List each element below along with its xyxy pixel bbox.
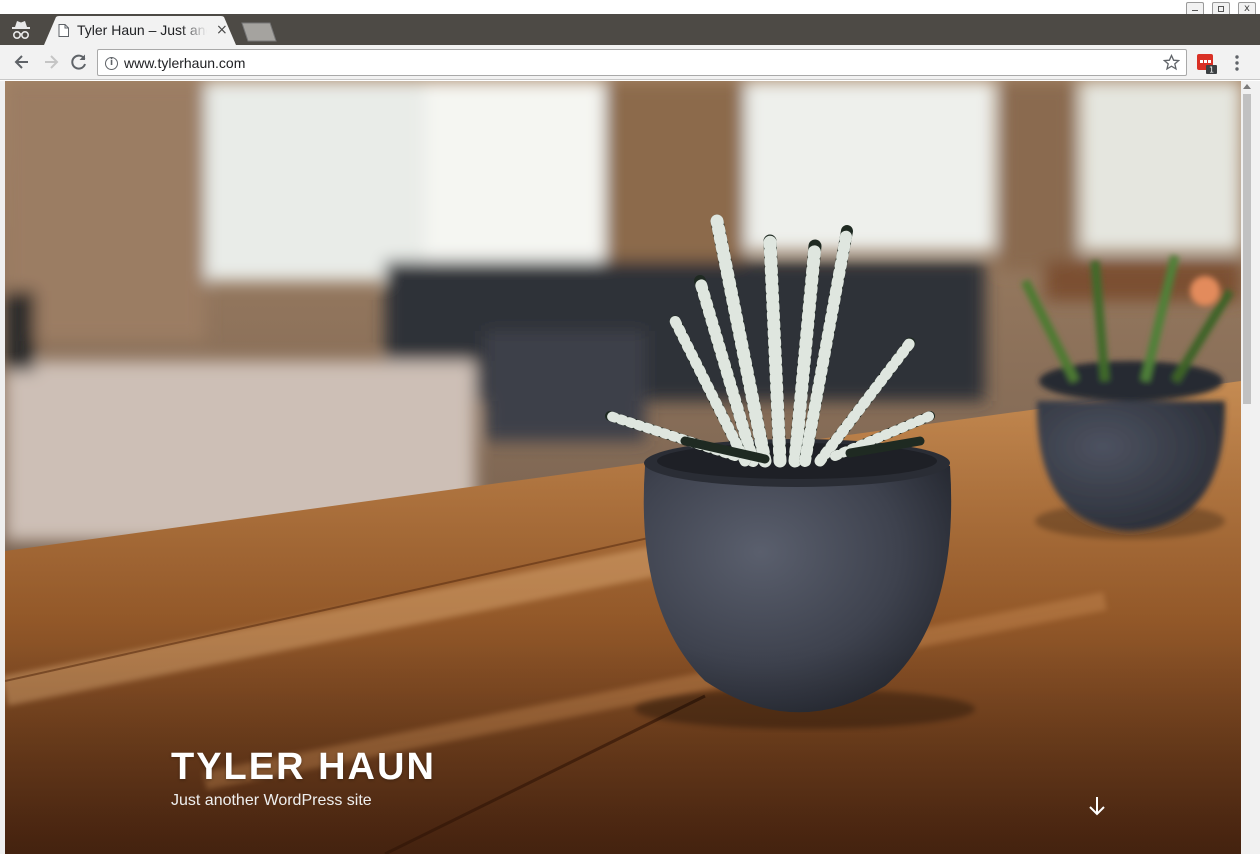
scroll-thumb[interactable] <box>1243 94 1251 404</box>
window-titlebar: x <box>0 0 1260 14</box>
arrow-down-icon[interactable] <box>1087 794 1107 818</box>
incognito-icon <box>12 21 30 40</box>
url-text[interactable]: www.tylerhaun.com <box>124 55 245 71</box>
browser-window: x Tyler Haun – Just another WordPress si… <box>0 0 1260 867</box>
header-image <box>5 81 1241 854</box>
close-icon[interactable]: × <box>216 22 228 38</box>
reload-icon[interactable] <box>69 52 89 72</box>
scroll-up-icon[interactable] <box>1243 84 1251 89</box>
address-bar[interactable]: i www.tylerhaun.com <box>97 49 1187 76</box>
extension-icon[interactable]: 1 <box>1196 53 1218 75</box>
window-bottom-edge <box>0 854 1260 867</box>
maximize-button[interactable] <box>1212 2 1230 14</box>
back-icon[interactable] <box>12 52 32 72</box>
minimize-button[interactable] <box>1186 2 1204 14</box>
extension-badge: 1 <box>1209 66 1214 75</box>
window-close-button[interactable]: x <box>1238 2 1256 14</box>
forward-icon[interactable] <box>41 52 61 72</box>
tab-active[interactable]: Tyler Haun – Just another WordPress site… <box>44 16 236 45</box>
menu-icon[interactable] <box>1231 54 1243 72</box>
tab-title: Tyler Haun – Just another WordPress site <box>77 22 207 38</box>
new-tab-button[interactable] <box>240 22 278 42</box>
window-controls: x <box>1186 2 1256 14</box>
site-description: Just another WordPress site <box>171 792 372 809</box>
site-title[interactable]: TYLER HAUN <box>171 746 436 789</box>
vertical-scrollbar[interactable] <box>1241 81 1260 854</box>
star-icon[interactable] <box>1163 54 1180 71</box>
page-viewport: TYLER HAUN Just another WordPress site <box>5 81 1241 854</box>
tab-strip: Tyler Haun – Just another WordPress site… <box>0 14 1260 45</box>
info-icon[interactable]: i <box>105 57 118 70</box>
page-icon <box>58 24 69 37</box>
browser-toolbar: i www.tylerhaun.com 1 <box>0 45 1260 80</box>
